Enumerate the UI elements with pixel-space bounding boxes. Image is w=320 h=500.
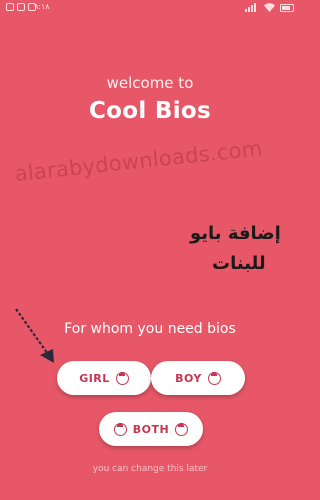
notification-icon	[17, 3, 25, 11]
status-bar: ۹:۱۸	[0, 0, 300, 18]
girl-face-icon	[113, 422, 127, 436]
annotation-line-1: إضافة بايو	[190, 223, 281, 244]
girl-face-icon	[115, 371, 129, 385]
girl-button[interactable]: GIRL	[57, 361, 151, 395]
notification-icons	[6, 3, 36, 11]
boy-button-label: BOY	[175, 371, 202, 385]
annotation-line-2: للبنات	[212, 253, 266, 274]
wifi-icon	[264, 3, 275, 12]
boy-button[interactable]: BOY	[151, 361, 245, 395]
both-button[interactable]: BOTH	[99, 412, 203, 446]
watermark: alarabydownloads.com	[13, 136, 264, 187]
notification-icon	[6, 3, 14, 11]
footer-hint: you can change this later	[92, 464, 208, 474]
question-text: For whom you need bios	[64, 321, 236, 337]
girl-button-label: GIRL	[79, 371, 110, 385]
system-icons	[245, 3, 294, 12]
boy-face-icon	[175, 422, 189, 436]
app-title: Cool Bios	[89, 98, 211, 124]
both-button-label: BOTH	[132, 422, 170, 436]
battery-icon	[280, 3, 294, 12]
boy-face-icon	[207, 371, 221, 385]
signal-icon	[245, 3, 259, 12]
status-time: ۹:۱۸	[34, 2, 50, 11]
welcome-text: welcome to	[106, 74, 194, 92]
